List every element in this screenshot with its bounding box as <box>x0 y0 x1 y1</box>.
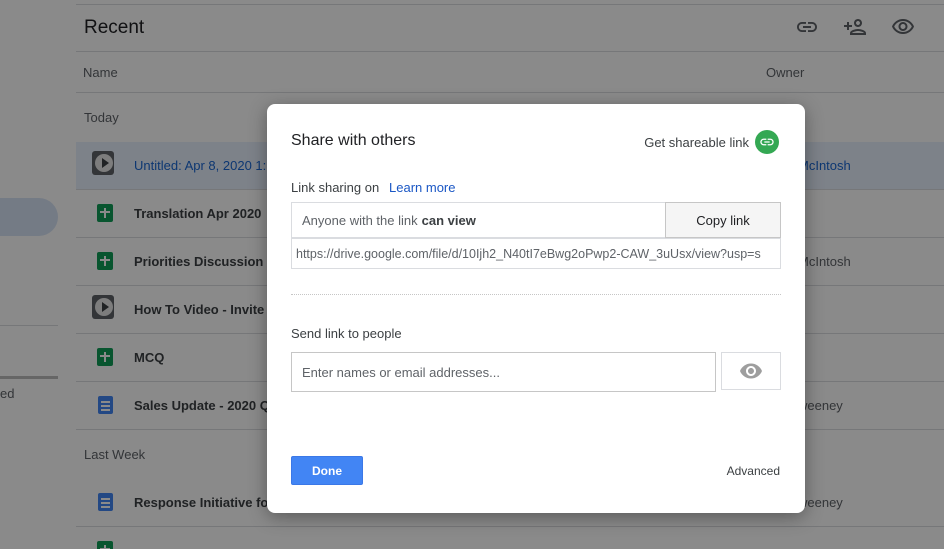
access-prefix: Anyone with the link <box>302 212 418 228</box>
copy-link-button[interactable]: Copy link <box>665 202 781 238</box>
dialog-divider <box>291 294 781 295</box>
done-button[interactable]: Done <box>291 456 363 485</box>
link-sharing-status: Link sharing on <box>291 180 380 195</box>
get-shareable-link-label: Get shareable link <box>644 134 749 150</box>
advanced-link[interactable]: Advanced <box>727 464 780 478</box>
share-url-field[interactable]: https://drive.google.com/file/d/10Ijh2_N… <box>291 238 781 269</box>
dialog-title: Share with others <box>291 132 416 149</box>
eye-icon <box>740 363 762 379</box>
share-dialog: Share with others Get shareable link Lin… <box>267 104 805 513</box>
learn-more-link[interactable]: Learn more <box>389 180 455 195</box>
send-link-label: Send link to people <box>291 326 402 341</box>
get-shareable-link-button[interactable]: Get shareable link <box>644 130 779 154</box>
access-level: can view <box>421 212 476 228</box>
link-access-dropdown[interactable]: Anyone with the link can view <box>291 202 665 238</box>
permission-dropdown[interactable] <box>721 352 781 390</box>
link-icon[interactable] <box>755 130 779 154</box>
people-input[interactable]: Enter names or email addresses... <box>291 352 716 392</box>
